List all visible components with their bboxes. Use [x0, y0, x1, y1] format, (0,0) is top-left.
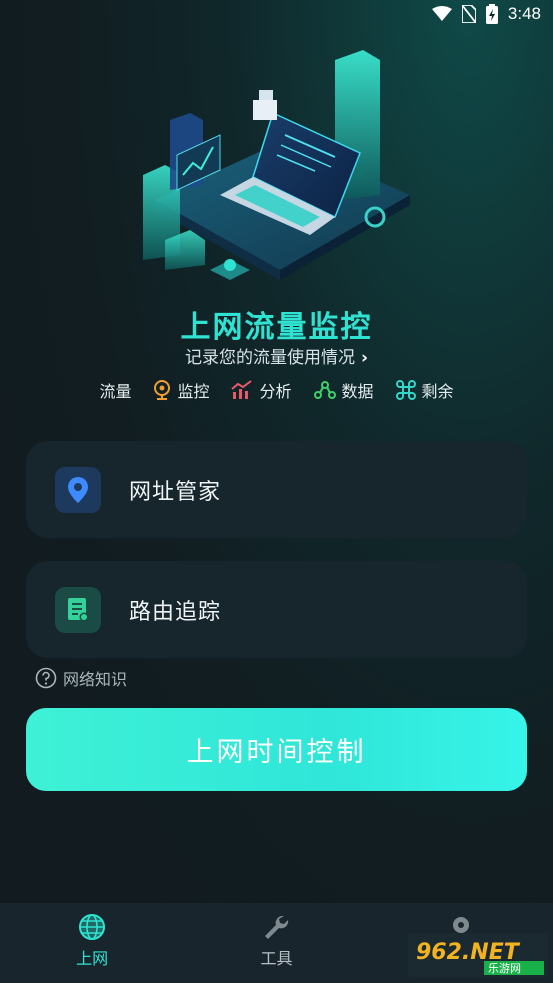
hero-title: 上网流量监控: [180, 310, 373, 345]
feature-remaining: 剩余: [395, 378, 454, 402]
network-knowledge-link[interactable]: 网络知识: [35, 666, 127, 690]
document-icon: [68, 597, 89, 621]
route-trace-card[interactable]: 路由追踪: [26, 561, 527, 658]
nav-item-internet[interactable]: 上网: [0, 903, 184, 983]
nav-item-tools[interactable]: 工具: [184, 903, 368, 983]
hero-subtitle: 记录您的流量使用情况: [184, 348, 355, 368]
hero-illustration: [143, 50, 410, 280]
route-trace-label: 路由追踪: [129, 599, 222, 625]
url-manager-icon-box: [55, 466, 101, 513]
nodes-icon: [313, 381, 336, 399]
wifi-icon: [431, 6, 452, 21]
url-manager-label: 网址管家: [129, 479, 222, 505]
internet-time-control-button[interactable]: 上网时间控制: [26, 708, 527, 791]
wrench-icon: [265, 915, 289, 939]
battery-charging-icon: [485, 4, 498, 24]
chart-up-icon: [231, 380, 253, 399]
nav-label-internet: 上网: [76, 949, 109, 968]
nav-label-tools: 工具: [260, 949, 293, 968]
feature-label: 数据: [341, 382, 374, 401]
status-time: 3:48: [507, 4, 541, 23]
hero-subtitle-link[interactable]: 记录您的流量使用情况 ›: [0, 343, 553, 368]
feature-data: 数据: [313, 378, 374, 402]
feature-monitor: 监控: [153, 378, 209, 402]
no-sim-icon: [461, 5, 476, 23]
feature-traffic: 流量: [99, 378, 131, 402]
location-pin-icon: [68, 476, 88, 503]
feature-row: 流量 监控 分析 数据 剩余: [0, 378, 553, 402]
status-bar: 3:48: [0, 0, 553, 32]
route-trace-icon-box: [55, 586, 101, 633]
status-icons: 3:48: [431, 4, 541, 24]
command-icon: [395, 380, 416, 400]
webcam-icon: [154, 380, 171, 400]
feature-label: 剩余: [421, 382, 454, 401]
globe-icon: [79, 914, 106, 940]
feature-label: 监控: [177, 382, 210, 401]
network-knowledge-label: 网络知识: [63, 670, 128, 689]
feature-label: 流量: [99, 382, 132, 401]
help-circle-icon: [35, 667, 57, 689]
chevron-right-icon: ›: [360, 348, 368, 368]
feature-label: 分析: [259, 382, 292, 401]
watermark-logo: 962.NET 乐游网: [408, 933, 548, 977]
svg-text:乐游网: 乐游网: [488, 962, 521, 975]
feature-analysis: 分析: [231, 378, 292, 402]
url-manager-card[interactable]: 网址管家: [26, 441, 527, 538]
